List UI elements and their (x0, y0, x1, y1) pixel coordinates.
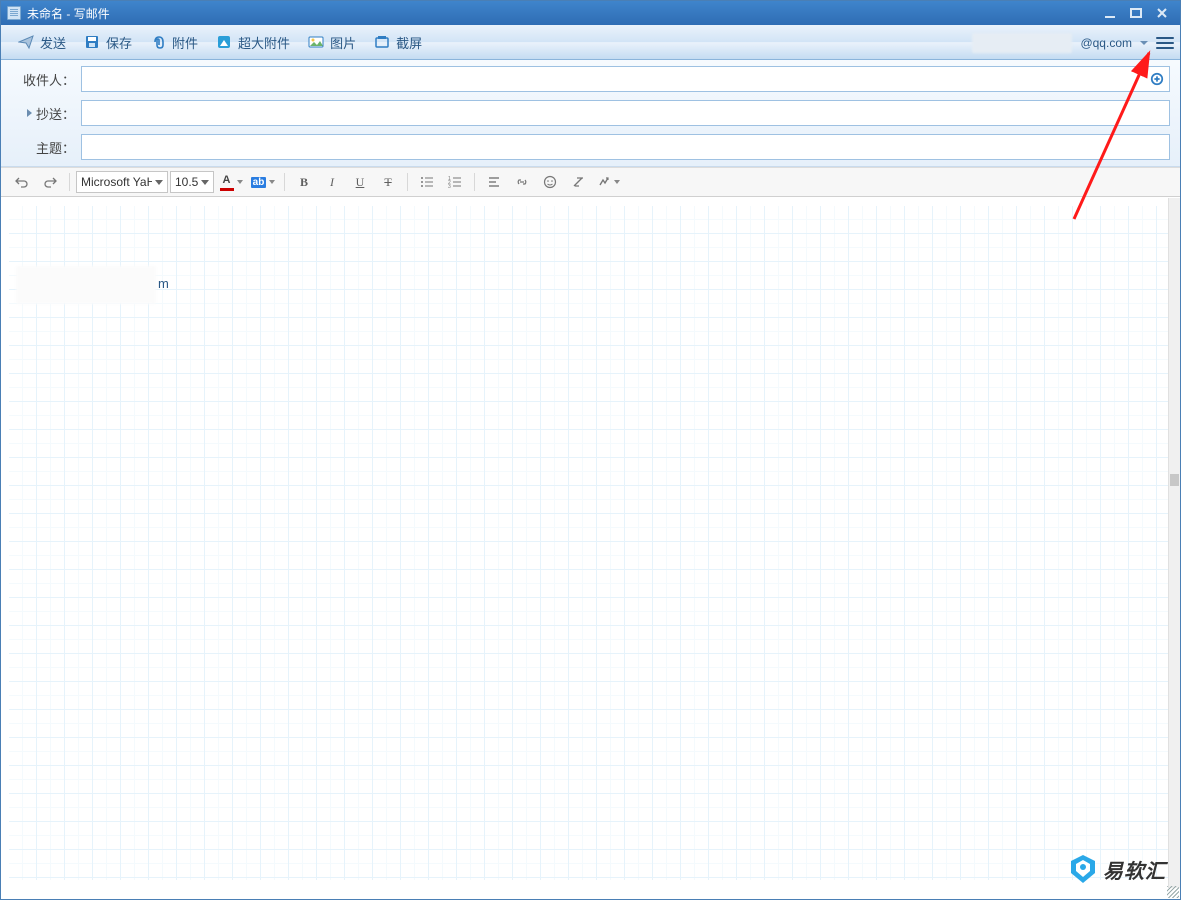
account-domain: @qq.com (1080, 36, 1132, 50)
font-family-combo[interactable]: Microsoft YaHei (76, 171, 168, 193)
save-icon (84, 34, 100, 50)
to-input[interactable] (81, 66, 1145, 92)
watermark-badge-icon (1069, 853, 1097, 885)
account-name-redacted (972, 33, 1072, 53)
add-recipient-button[interactable] (1144, 66, 1170, 92)
separator (284, 173, 285, 191)
subject-row: 主题： (11, 134, 1170, 160)
titlebar: 未命名 - 写邮件 (1, 1, 1180, 25)
subject-label: 主题： (11, 138, 81, 157)
image-button[interactable]: 图片 (299, 29, 365, 56)
align-button[interactable] (481, 171, 507, 193)
highlight-button[interactable]: ab (248, 171, 278, 193)
screenshot-label: 截屏 (396, 33, 422, 52)
ol-button[interactable]: 123 (442, 171, 468, 193)
screenshot-button[interactable]: 截屏 (365, 29, 431, 56)
paperclip-icon (150, 34, 166, 50)
paper-plane-icon (18, 34, 34, 50)
window-controls (1104, 7, 1176, 19)
bigattach-label: 超大附件 (238, 33, 290, 52)
signature-redacted (16, 266, 156, 304)
more-format-button[interactable] (593, 171, 623, 193)
font-family-value: Microsoft YaHei (81, 175, 152, 189)
signature-tail: m (158, 276, 169, 291)
subject-input[interactable] (81, 134, 1170, 160)
undo-button[interactable] (9, 171, 35, 193)
bigfile-icon (216, 34, 232, 50)
send-button[interactable]: 发送 (9, 29, 75, 56)
attach-button[interactable]: 附件 (141, 29, 207, 56)
scissors-icon (374, 34, 390, 50)
cc-row: 抄送： (11, 100, 1170, 126)
window-title: 未命名 - 写邮件 (27, 5, 1104, 22)
separator (474, 173, 475, 191)
watermark-logo: 易软汇 (1069, 853, 1166, 885)
vertical-scrollbar[interactable] (1168, 198, 1180, 888)
underline-button[interactable]: U (347, 171, 373, 193)
bigattach-button[interactable]: 超大附件 (207, 29, 299, 56)
svg-text:3: 3 (448, 184, 451, 189)
format-toolbar: Microsoft YaHei 10.5 A ab B I U T 123 (1, 167, 1180, 197)
watermark-text: 易软汇 (1103, 855, 1166, 884)
attach-label: 附件 (172, 33, 198, 52)
picture-icon (308, 34, 324, 50)
resize-grip[interactable] (1167, 886, 1179, 898)
minimize-button[interactable] (1104, 7, 1116, 19)
expand-cc-icon[interactable] (27, 109, 32, 117)
image-label: 图片 (330, 33, 356, 52)
account-dropdown-icon[interactable] (1140, 39, 1148, 47)
bold-button[interactable]: B (291, 171, 317, 193)
message-body[interactable]: m (1, 197, 1180, 888)
chevron-down-icon (201, 180, 209, 185)
cc-input[interactable] (81, 100, 1170, 126)
to-row: 收件人： (11, 66, 1170, 92)
close-button[interactable] (1156, 7, 1168, 19)
compose-window: 未命名 - 写邮件 发送 保存 附件 超大附件 图片 (0, 0, 1181, 900)
italic-button[interactable]: I (319, 171, 345, 193)
document-icon (7, 6, 21, 20)
cc-label-text: 抄送： (36, 104, 75, 123)
to-label: 收件人： (11, 70, 81, 89)
font-size-combo[interactable]: 10.5 (170, 171, 214, 193)
font-size-value: 10.5 (175, 175, 198, 189)
emoji-button[interactable] (537, 171, 563, 193)
save-button[interactable]: 保存 (75, 29, 141, 56)
toolbar-right: @qq.com (972, 25, 1174, 60)
menu-button[interactable] (1156, 36, 1174, 50)
redo-button[interactable] (37, 171, 63, 193)
chevron-down-icon (155, 180, 163, 185)
strike-button[interactable]: T (375, 171, 401, 193)
font-color-button[interactable]: A (216, 171, 246, 193)
main-toolbar: 发送 保存 附件 超大附件 图片 截屏 @qq.com (1, 25, 1180, 60)
separator (407, 173, 408, 191)
save-label: 保存 (106, 33, 132, 52)
scroll-thumb[interactable] (1170, 474, 1179, 486)
ul-button[interactable] (414, 171, 440, 193)
compose-fields: 收件人： 抄送： 主题： (1, 60, 1180, 167)
maximize-button[interactable] (1130, 7, 1142, 19)
send-label: 发送 (40, 33, 66, 52)
link-button[interactable] (509, 171, 535, 193)
clear-format-button[interactable] (565, 171, 591, 193)
cc-label: 抄送： (11, 104, 81, 123)
stationery-background (9, 206, 1168, 880)
separator (69, 173, 70, 191)
